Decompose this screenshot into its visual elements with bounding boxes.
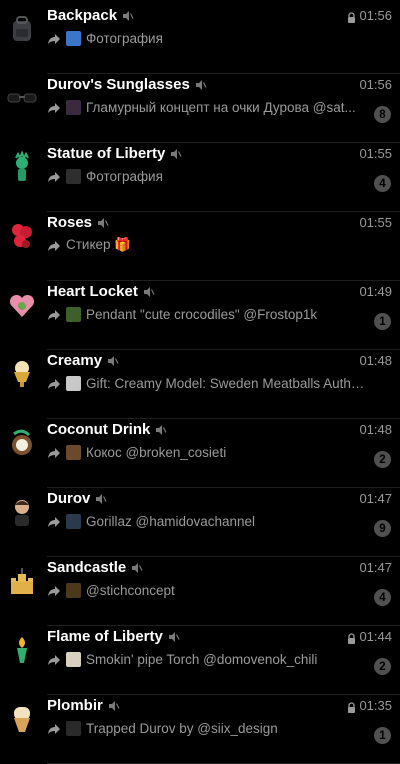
message-preview: Фотография — [86, 168, 163, 184]
muted-icon — [155, 423, 167, 435]
media-thumbnail-icon — [66, 168, 81, 184]
message-preview: @stichconcept — [86, 582, 175, 598]
lock-icon — [347, 10, 356, 23]
media-thumbnail-icon — [66, 513, 81, 529]
chat-name: Sandcastle — [47, 558, 127, 576]
message-preview: Gift: Creamy Model: Sweden Meatballs Aut… — [86, 375, 365, 391]
chat-name: Plombir — [47, 696, 103, 714]
chat-time: 01:47 — [359, 490, 392, 506]
muted-icon — [168, 630, 180, 642]
media-thumbnail-icon — [66, 30, 81, 46]
forward-icon — [47, 377, 61, 389]
muted-icon — [131, 561, 143, 573]
chat-time: 01:56 — [359, 76, 392, 92]
backpack-icon — [4, 11, 40, 47]
lock-icon — [347, 631, 356, 644]
lock-icon — [347, 700, 356, 713]
muted-icon — [195, 78, 207, 90]
forward-icon — [47, 515, 61, 527]
sandcastle-icon — [4, 563, 40, 599]
media-thumbnail-icon — [66, 582, 81, 598]
media-thumbnail-icon — [66, 444, 81, 460]
statue-icon — [4, 149, 40, 185]
media-thumbnail-icon — [66, 651, 81, 667]
chat-time: 01:56 — [359, 7, 392, 23]
muted-icon — [170, 147, 182, 159]
muted-icon — [143, 285, 155, 297]
chat-name: Flame of Liberty — [47, 627, 163, 645]
muted-icon — [107, 354, 119, 366]
unread-badge: 8 — [374, 106, 391, 123]
message-preview: Фотография — [86, 30, 163, 46]
message-preview: Pendant "cute crocodiles" @Frostop1k — [86, 306, 318, 322]
chat-time: 01:55 — [359, 214, 392, 230]
muted-icon — [97, 216, 109, 228]
message-preview: Trapped Durov by @siix_design — [86, 720, 278, 736]
chat-row[interactable]: Plombir 01:35 Trapped Durov by @siix_desig… — [0, 695, 400, 764]
chat-row[interactable]: Flame of Liberty 01:44 Smokin' pipe Torch … — [0, 626, 400, 695]
forward-icon — [47, 239, 61, 251]
forward-icon — [47, 446, 61, 458]
muted-icon — [108, 699, 120, 711]
message-preview: Smokin' pipe Torch @domovenok_chili — [86, 651, 318, 667]
forward-icon — [47, 308, 61, 320]
chat-name: Durov — [47, 489, 91, 507]
chat-row[interactable]: Backpack 01:56 Фотография — [0, 5, 400, 74]
coconut-icon — [4, 425, 40, 461]
unread-badge: 1 — [374, 313, 391, 330]
unread-badge: 1 — [374, 727, 391, 744]
muted-icon — [122, 9, 134, 21]
chat-row[interactable]: Sandcastle 01:47 @stichconcept 4 — [0, 557, 400, 626]
unread-badge: 9 — [374, 520, 391, 537]
chat-time: 01:48 — [359, 421, 392, 437]
chat-time: 01:48 — [359, 352, 392, 368]
message-preview: Gorillaz @hamidovachannel — [86, 513, 256, 529]
sunglasses-icon — [4, 80, 40, 116]
media-thumbnail-icon — [66, 720, 81, 736]
chat-name: Roses — [47, 213, 93, 231]
chat-time: 01:55 — [359, 145, 392, 161]
chat-time: 01:35 — [359, 697, 392, 713]
chat-row[interactable]: Durov 01:47 Gorillaz @hamidovachannel 9 — [0, 488, 400, 557]
unread-badge: 4 — [374, 589, 391, 606]
chat-list: Backpack 01:56 Фотография Durov's Sunglass… — [0, 0, 400, 764]
muted-icon — [95, 492, 107, 504]
roses-icon — [4, 218, 40, 254]
forward-icon — [47, 584, 61, 596]
forward-icon — [47, 170, 61, 182]
message-preview: Стикер 🎁 — [66, 237, 132, 252]
ice-cream-cup-icon — [4, 356, 40, 392]
chat-name: Backpack — [47, 6, 118, 24]
chat-row[interactable]: Roses 01:55 Стикер 🎁 — [0, 212, 400, 281]
chat-row[interactable]: Heart Locket 01:49 Pendant "cute crocodile… — [0, 281, 400, 350]
forward-icon — [47, 32, 61, 44]
forward-icon — [47, 653, 61, 665]
chat-name: Coconut Drink — [47, 420, 151, 438]
media-thumbnail-icon — [66, 306, 81, 322]
message-preview: Кокос @broken_cosieti — [86, 444, 227, 460]
chat-time: 01:47 — [359, 559, 392, 575]
forward-icon — [47, 722, 61, 734]
message-preview: Гламурный концепт на очки Дурова @sat... — [86, 99, 356, 115]
chat-name: Creamy — [47, 351, 103, 369]
ice-cream-icon — [4, 701, 40, 737]
chat-row[interactable]: Creamy 01:48 Gift: Creamy Model: Sweden Me… — [0, 350, 400, 419]
chat-row[interactable]: Statue of Liberty 01:55 Фотография 4 — [0, 143, 400, 212]
chat-time: 01:49 — [359, 283, 392, 299]
chat-name: Heart Locket — [47, 282, 138, 300]
media-thumbnail-icon — [66, 375, 81, 391]
unread-badge: 4 — [374, 175, 391, 192]
chat-time: 01:44 — [359, 628, 392, 644]
unread-badge: 2 — [374, 658, 391, 675]
chat-row[interactable]: Durov's Sunglasses 01:56 Гламурный концепт… — [0, 74, 400, 143]
media-thumbnail-icon — [66, 99, 81, 115]
durov-avatar-icon — [4, 494, 40, 530]
chat-name: Statue of Liberty — [47, 144, 166, 162]
heart-locket-icon — [4, 287, 40, 323]
forward-icon — [47, 101, 61, 113]
torch-icon — [4, 632, 40, 668]
chat-row[interactable]: Coconut Drink 01:48 Кокос @broken_cosieti 2 — [0, 419, 400, 488]
unread-badge: 2 — [374, 451, 391, 468]
chat-name: Durov's Sunglasses — [47, 75, 190, 93]
